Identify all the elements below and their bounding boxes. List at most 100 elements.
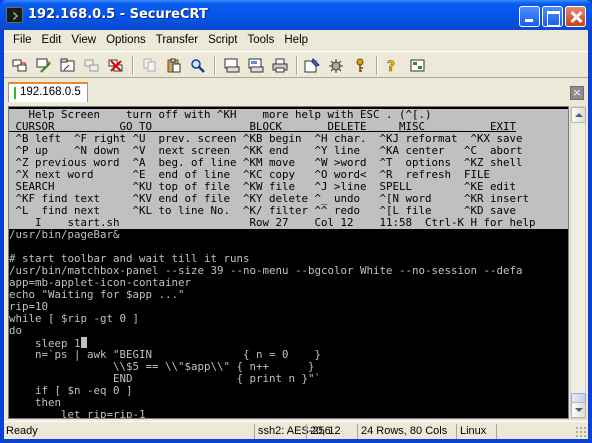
- editor-help-line: ^Z previous word ^A beg. of line ^KM mov…: [9, 157, 568, 169]
- print-selection-icon: [248, 58, 264, 73]
- terminal-line-text: # start toolbar and wait till it runs: [9, 253, 250, 265]
- terminal-line-text: ^P up ^N down ^V next screen ^KK end ^Y …: [9, 145, 523, 157]
- terminal-line-text: echo "Waiting for $app ...": [9, 289, 185, 301]
- global-options-button[interactable]: [326, 56, 346, 75]
- session-options-button[interactable]: [302, 56, 322, 75]
- menu-view[interactable]: View: [66, 34, 101, 46]
- toolbar-separator: [132, 56, 134, 75]
- terminal-line-text: ^X next word ^E end of line ^KC copy ^O …: [9, 169, 491, 181]
- resize-grip[interactable]: [575, 426, 587, 438]
- terminal-scrollbar[interactable]: [570, 106, 586, 419]
- menu-file[interactable]: File: [8, 34, 37, 46]
- menu-script[interactable]: Script: [203, 34, 242, 46]
- terminal-line: while [ $rip -gt 0 ]: [9, 313, 568, 325]
- status-os: Linux: [456, 424, 496, 439]
- terminal-line-text: ^Z previous word ^A beg. of line ^KM mov…: [9, 157, 523, 169]
- app-window: 192.168.0.5 - SecureCRT File Edit View O…: [0, 0, 592, 443]
- find-button[interactable]: [188, 56, 208, 75]
- terminal-line-text: END { print n }"`: [9, 373, 322, 385]
- terminal-line-text: /usr/bin/pageBar&: [9, 229, 120, 241]
- minimize-button[interactable]: [519, 6, 540, 27]
- terminal-line: if [ $n -eq 0 ]: [9, 385, 568, 397]
- editor-help-line: Help Screen turn off with ^KH more help …: [9, 109, 568, 121]
- title-bar[interactable]: 192.168.0.5 - SecureCRT: [0, 0, 592, 30]
- editor-help-line: I start.sh Row 27 Col 12 11:58 Ctrl-K H …: [9, 217, 568, 229]
- editor-help-line: ^L find next ^KL to line No. ^K/ filter …: [9, 205, 568, 217]
- scroll-down-button[interactable]: [571, 402, 586, 418]
- paste-icon: [167, 58, 181, 73]
- menu-tools[interactable]: Tools: [243, 34, 280, 46]
- terminal-line: do: [9, 325, 568, 337]
- editor-help-line: ^B left ^F right ^U prev. screen ^KB beg…: [9, 133, 568, 145]
- scroll-up-button[interactable]: [571, 107, 586, 123]
- terminal-line-text: ^L find next ^KL to line No. ^K/ filter …: [9, 205, 517, 217]
- securecrt-app-icon[interactable]: [6, 7, 23, 23]
- print-screen-button[interactable]: [222, 56, 242, 75]
- connect-icon: [12, 59, 27, 72]
- menu-edit[interactable]: Edit: [37, 34, 67, 46]
- menu-help[interactable]: Help: [279, 34, 313, 46]
- copy-icon: [143, 58, 156, 72]
- connect-button[interactable]: [10, 56, 30, 75]
- terminal-line: \\$5 == \\"$app\\" { n++ }: [9, 361, 568, 373]
- sftp-button[interactable]: [408, 56, 428, 75]
- help-icon: ?: [387, 59, 396, 73]
- close-tab-button[interactable]: ×: [570, 86, 584, 100]
- keymap-button[interactable]: [350, 56, 370, 75]
- maximize-icon: [543, 7, 562, 26]
- keymap-icon: [356, 58, 364, 72]
- window-title: 192.168.0.5 - SecureCRT: [28, 7, 208, 22]
- disconnect-button[interactable]: [106, 56, 126, 75]
- disconnect-icon: [108, 59, 123, 72]
- print-button[interactable]: [270, 56, 290, 75]
- terminal-line-text: if [ $n -eq 0 ]: [9, 385, 133, 397]
- session-tab[interactable]: 192.168.0.5: [8, 82, 88, 102]
- global-options-icon: [329, 59, 343, 73]
- terminal-line-text: CURSOR GO TO BLOCK DELETE MISC EXIT: [9, 121, 517, 133]
- terminal-line-text: \\$5 == \\"$app\\" { n++ }: [9, 361, 315, 373]
- help-button[interactable]: ?: [382, 56, 402, 75]
- minimize-icon: [520, 7, 539, 26]
- terminal-line-text: do: [9, 325, 23, 337]
- session-tab-label: 192.168.0.5: [20, 86, 81, 98]
- terminal-line: echo "Waiting for $app ...": [9, 289, 568, 301]
- print-screen-icon: [224, 58, 240, 73]
- session-options-icon: [304, 58, 320, 73]
- menu-bar: File Edit View Options Transfer Script T…: [4, 30, 588, 50]
- maximize-button[interactable]: [542, 6, 563, 27]
- editor-help-line: SEARCH ^KU top of file ^KW file ^J >line…: [9, 181, 568, 193]
- terminal-line: rip=10: [9, 301, 568, 313]
- quick-connect-icon: [36, 58, 51, 73]
- close-button[interactable]: [565, 6, 586, 27]
- toolbar-separator: [376, 56, 378, 75]
- terminal-line: /usr/bin/pageBar&: [9, 229, 568, 241]
- editor-help-line: CURSOR GO TO BLOCK DELETE MISC EXIT: [9, 121, 568, 133]
- paste-button[interactable]: [164, 56, 184, 75]
- print-icon: [272, 58, 288, 73]
- toolbar: ?: [4, 51, 588, 78]
- terminal-line-text: let rip=rip-1: [9, 409, 146, 419]
- terminal-line-text: then: [9, 397, 62, 409]
- editor-help-line: ^X next word ^E end of line ^KC copy ^O …: [9, 169, 568, 181]
- print-selection-button[interactable]: [246, 56, 266, 75]
- terminal-line-text: while [ $rip -gt 0 ]: [9, 313, 140, 325]
- copy-button[interactable]: [140, 56, 160, 75]
- connect-in-tab-icon: [60, 58, 75, 72]
- status-bar: Ready ssh2: AES-256 20, 12 24 Rows, 80 C…: [4, 421, 588, 439]
- session-tab-bar: 192.168.0.5: [4, 80, 588, 104]
- terminal-line-text: Help Screen turn off with ^KH more help …: [9, 109, 432, 121]
- connection-status-indicator: [14, 87, 16, 99]
- quick-connect-button[interactable]: [34, 56, 54, 75]
- reconnect-button[interactable]: [82, 56, 102, 75]
- reconnect-icon: [84, 59, 99, 72]
- text-cursor: [80, 337, 88, 348]
- menu-transfer[interactable]: Transfer: [151, 34, 203, 46]
- terminal-screen[interactable]: Help Screen turn off with ^KH more help …: [8, 106, 569, 419]
- connect-in-tab-button[interactable]: [58, 56, 78, 75]
- menu-options[interactable]: Options: [101, 34, 151, 46]
- editor-help-line: ^KF find text ^KV end of file ^KY delete…: [9, 193, 568, 205]
- chevron-down-icon: [575, 408, 583, 412]
- terminal-line-text: SEARCH ^KU top of file ^KW file ^J >line…: [9, 181, 517, 193]
- terminal-line: app=mb-applet-icon-container: [9, 277, 568, 289]
